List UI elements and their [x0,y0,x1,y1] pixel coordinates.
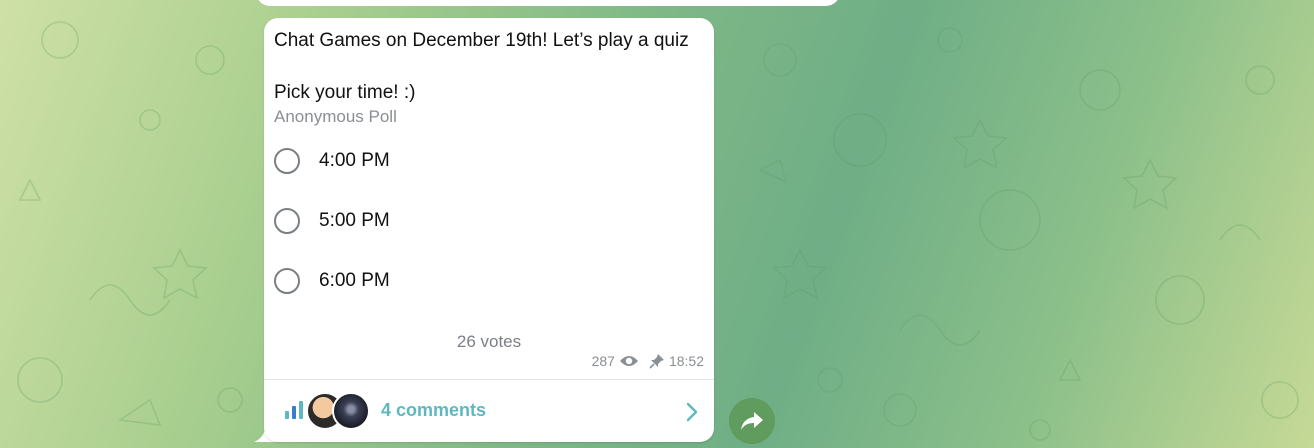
poll-option-label: 5:00 PM [319,210,390,231]
radio-button[interactable] [274,208,300,234]
poll-votes-count[interactable]: 26 votes [264,332,714,352]
pin-icon [649,354,664,369]
poll-type-label: Anonymous Poll [274,107,397,126]
comments-label: 4 comments [381,400,487,420]
view-count: 287 [591,353,615,369]
poll-option[interactable]: 6:00 PM [274,261,694,301]
share-button[interactable] [729,398,775,444]
radio-button[interactable] [274,148,300,174]
message-time: 18:52 [668,353,704,369]
poll-option[interactable]: 5:00 PM [274,201,694,241]
previous-message-bubble [256,0,840,6]
chevron-right-icon [686,402,698,422]
comments-button[interactable]: 4 comments [264,380,714,442]
message-meta: 287 18:52 [592,353,704,369]
poll-option-label: 4:00 PM [319,150,390,171]
poll-option-label: 6:00 PM [319,270,390,291]
poll-option[interactable]: 4:00 PM [274,141,694,181]
bar-chart-icon [285,401,303,419]
poll-message-bubble: Chat Games on December 19th! Let’s play … [264,18,714,442]
poll-question: Chat Games on December 19th! Let’s play … [274,30,689,103]
eye-icon [619,356,638,366]
avatar [332,392,370,430]
radio-button[interactable] [274,268,300,294]
share-arrow-icon [741,412,763,430]
